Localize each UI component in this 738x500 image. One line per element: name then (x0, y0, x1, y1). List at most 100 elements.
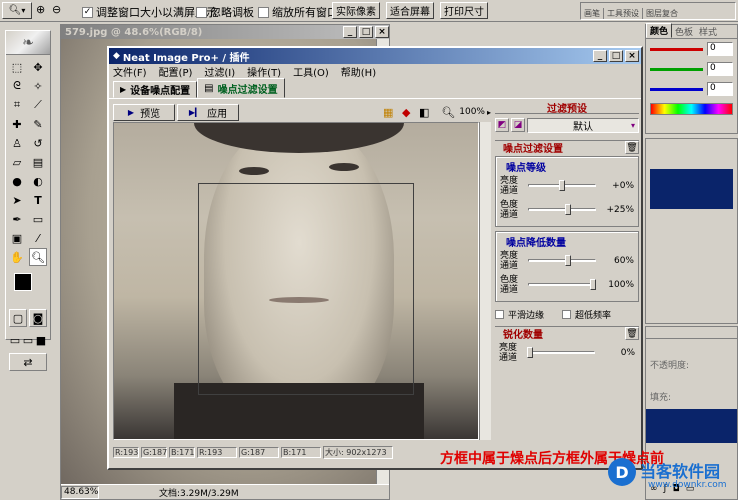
pen-tool-icon[interactable]: ✒ (8, 210, 26, 228)
smooth-edges-checkbox[interactable] (495, 309, 504, 319)
zoom-in-icon[interactable]: ⊕ (36, 3, 50, 17)
fit-screen-button[interactable]: 适合屏幕 (386, 2, 434, 19)
actual-pixels-button[interactable]: 实际像素 (332, 2, 380, 19)
navigator-thumbnail[interactable] (650, 169, 733, 209)
slice-tool-icon[interactable]: ⟋ (29, 96, 47, 114)
type-tool-icon[interactable]: T (29, 191, 47, 209)
neat-image-titlebar[interactable]: ◆ Neat Image Pro+ / 插件 _ □ × (109, 48, 641, 64)
zoom-dropdown-icon[interactable]: ▸ (487, 108, 491, 117)
trash-icon[interactable]: 🗑︎ (625, 327, 639, 340)
doc-maximize-button[interactable]: □ (359, 26, 373, 38)
ultra-low-freq-checkbox[interactable] (562, 309, 572, 319)
green-value[interactable]: 0 (707, 62, 733, 76)
ignore-palettes-option[interactable]: 忽略调板 (196, 4, 254, 20)
preset-select[interactable]: 默认 ▾ (527, 117, 639, 133)
marquee-tool-icon[interactable]: ⬚ (8, 58, 26, 76)
hand-tool-icon[interactable]: ✋ (8, 248, 26, 266)
blue-value[interactable]: 0 (707, 82, 733, 96)
green-channel-slider[interactable] (650, 67, 703, 71)
blur-tool-icon[interactable]: ● (8, 172, 26, 190)
doc-close-button[interactable]: × (375, 26, 389, 38)
trash-icon[interactable]: 🗑︎ (625, 141, 639, 154)
slider-thumb[interactable] (565, 255, 572, 266)
slider-reduction-chroma[interactable] (528, 278, 596, 292)
red-channel-slider[interactable] (650, 47, 703, 51)
tab-device-noise-profile[interactable]: ▶ 设备噪点配置 (113, 81, 198, 98)
nip-maximize-button[interactable]: □ (609, 50, 623, 62)
apply-button[interactable]: ▶▎ 应用 (177, 103, 239, 121)
zoom-tool-preset[interactable]: 🔍︎ ▾ (2, 2, 32, 19)
slider-level-luma[interactable] (528, 179, 596, 193)
history-brush-icon[interactable]: ↺ (29, 134, 47, 152)
menu-file[interactable]: 文件(F) (113, 64, 147, 79)
tab-layer-comps[interactable]: 图层复合 (643, 8, 681, 19)
color-swatches[interactable] (10, 271, 46, 305)
magic-wand-icon[interactable]: ✧ (29, 77, 47, 95)
preview-scrollbar[interactable] (479, 122, 491, 440)
zoom-icon[interactable]: 🔍︎ (439, 103, 457, 121)
nip-minimize-button[interactable]: _ (593, 50, 607, 62)
menu-profile[interactable]: 配置(P) (159, 64, 193, 79)
save-preset-icon[interactable]: ◪ (511, 118, 525, 132)
slider-thumb[interactable] (565, 204, 572, 215)
screen-mode-full-icon[interactable]: ■ (35, 331, 47, 349)
menu-filter[interactable]: 过滤(I) (204, 64, 235, 79)
preview-selection-box[interactable] (198, 183, 414, 395)
preview-image-area[interactable] (113, 122, 479, 440)
path-select-icon[interactable]: ➤ (8, 191, 26, 209)
menu-help[interactable]: 帮助(H) (341, 64, 376, 79)
eraser-tool-icon[interactable]: ▱ (8, 153, 26, 171)
doc-zoom-status[interactable]: 48.63% (61, 485, 99, 499)
zoom-tool-icon[interactable]: 🔍︎ (29, 248, 47, 266)
shape-tool-icon[interactable]: ▭ (29, 210, 47, 228)
notes-tool-icon[interactable]: ▣ (8, 229, 26, 247)
color-ramp[interactable] (650, 103, 733, 115)
tab-noise-filter-settings[interactable]: ▤ 噪点过滤设置 (197, 78, 285, 98)
dodge-tool-icon[interactable]: ◐ (29, 172, 47, 190)
move-tool-icon[interactable]: ✥ (29, 58, 47, 76)
zoom-all-checkbox[interactable] (258, 6, 269, 18)
clone-stamp-icon[interactable]: ♙ (8, 134, 26, 152)
standard-mode-icon[interactable]: ▢ (9, 309, 27, 327)
zoom-value[interactable]: 100% (459, 107, 485, 117)
speaker-icon[interactable]: ◧ (415, 103, 433, 121)
load-preset-icon[interactable]: ◩ (495, 118, 509, 132)
slider-level-chroma[interactable] (528, 203, 596, 217)
layer-row-selected[interactable] (646, 409, 737, 443)
rgb-channels-icon[interactable]: ◆ (397, 103, 415, 121)
lasso-tool-icon[interactable]: ᘓ (8, 77, 26, 95)
blue-channel-slider[interactable] (650, 87, 703, 91)
screen-mode-full-menu-icon[interactable]: ▭ (22, 331, 34, 349)
ignore-palettes-checkbox[interactable] (196, 6, 207, 18)
document-titlebar[interactable]: 579.jpg @ 48.6%(RGB/8) _ □ × (61, 25, 389, 39)
gradient-tool-icon[interactable]: ▤ (29, 153, 47, 171)
menu-tools[interactable]: 工具(O) (293, 64, 329, 79)
crop-tool-icon[interactable]: ⌗ (8, 96, 26, 114)
print-size-button[interactable]: 打印尺寸 (440, 2, 488, 19)
tab-tool-presets[interactable]: 工具预设 (604, 8, 643, 19)
foreground-color[interactable] (14, 273, 32, 291)
tab-swatches[interactable]: 色板 (672, 25, 696, 38)
zoom-all-option[interactable]: 缩放所有窗口 (258, 4, 338, 20)
slider-thumb[interactable] (527, 347, 533, 358)
nip-close-button[interactable]: × (625, 50, 639, 62)
tab-styles[interactable]: 样式 (696, 25, 720, 38)
screen-mode-standard-icon[interactable]: ▭ (9, 331, 21, 349)
healing-brush-icon[interactable]: ✚ (8, 115, 26, 133)
slider-reduction-luma[interactable] (528, 254, 596, 268)
eyedropper-icon[interactable]: ⁄ (29, 229, 47, 247)
brush-tool-icon[interactable]: ✎ (29, 115, 47, 133)
jump-to-imageready-icon[interactable]: ⇄ (9, 353, 47, 371)
preview-button[interactable]: ▶ 预览 (113, 103, 175, 121)
slider-sharpen[interactable] (527, 346, 595, 360)
resize-window-checkbox[interactable]: ✓ (82, 6, 93, 18)
quick-mask-icon[interactable]: ◙ (29, 309, 47, 327)
tab-brushes[interactable]: 画笔 (581, 8, 604, 19)
doc-minimize-button[interactable]: _ (343, 26, 357, 38)
slider-thumb[interactable] (559, 180, 565, 191)
slider-thumb[interactable] (590, 279, 596, 290)
tab-color[interactable]: 颜色 (646, 23, 673, 38)
red-value[interactable]: 0 (707, 42, 733, 56)
zoom-out-icon[interactable]: ⊖ (52, 3, 66, 17)
menu-action[interactable]: 操作(T) (247, 64, 281, 79)
